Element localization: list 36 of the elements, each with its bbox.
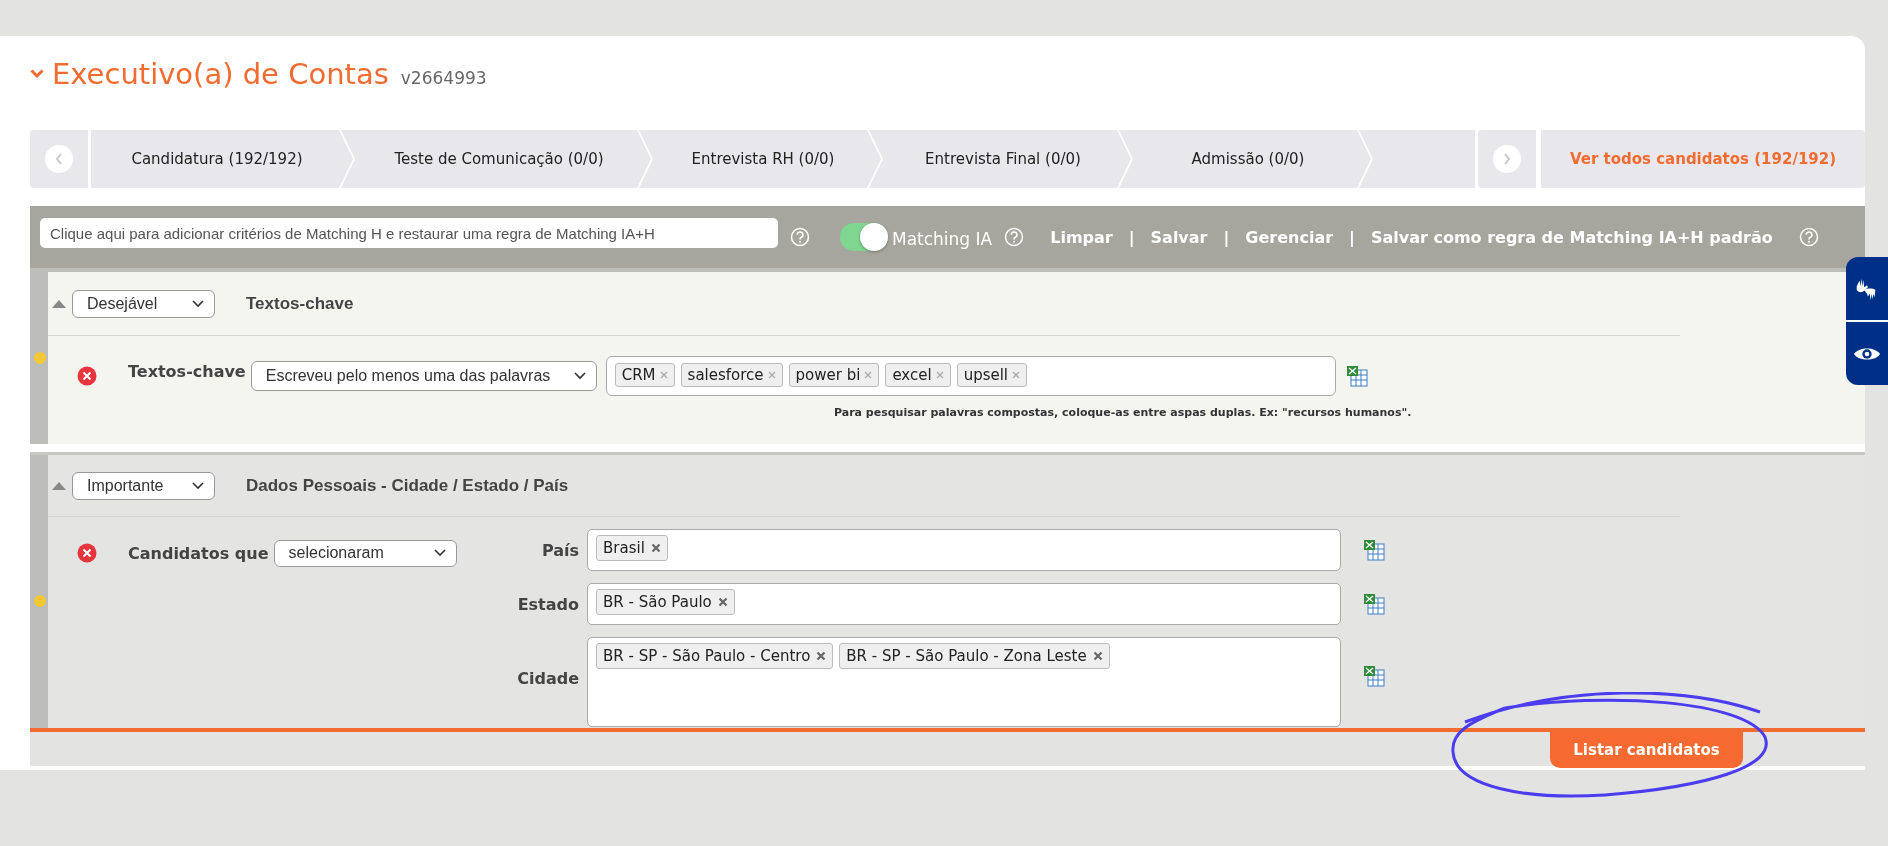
tags-field[interactable]: Brasil <box>587 529 1341 571</box>
pipeline-stage[interactable]: Teste de Comunicação (0/0) <box>341 130 651 188</box>
tag: BR - SP - São Paulo - Centro <box>596 643 834 669</box>
field-label: País <box>540 540 580 560</box>
tag: CRM <box>614 363 675 387</box>
tag: Brasil <box>596 535 668 561</box>
pipeline-stage[interactable]: Admissão (0/0) <box>1119 130 1371 188</box>
tag: power bi <box>788 363 880 387</box>
section-title: Textos-chave <box>246 293 354 314</box>
tag: BR - São Paulo <box>596 589 735 615</box>
tags-field[interactable]: BR - São Paulo <box>587 583 1341 625</box>
tag: salesforce <box>680 363 783 387</box>
tag: BR - SP - São Paulo - Zona Leste <box>839 643 1110 669</box>
mode-select[interactable]: Escreveu pelo menos uma das palavras <box>250 361 597 391</box>
job-version: v2664993 <box>400 68 487 88</box>
section-title: Dados Pessoais - Cidade / Estado / País <box>246 475 569 496</box>
priority-select[interactable]: Desejável <box>72 289 215 318</box>
hint-text: Para pesquisar palavras compostas, coloque-as entre aspas duplas. Ex: "recursos humanos". <box>834 406 1413 419</box>
field-label: Cidade <box>516 669 580 688</box>
toggle-label: Matching IA <box>892 229 993 249</box>
criteria-search-field[interactable]: Clique aqui para adicionar critérios de Matching H e restaurar uma regra de Matching IA+H <box>40 218 778 248</box>
tag: excel <box>885 363 951 387</box>
separator: | <box>1128 227 1135 247</box>
priority-select[interactable]: Importante <box>72 471 215 500</box>
pipeline-stage[interactable]: Candidatura (192/192) <box>91 130 353 188</box>
separator: | <box>1349 227 1355 247</box>
tag: upsell <box>956 363 1028 387</box>
mode-select[interactable]: selecionaram <box>273 539 457 567</box>
field-label: Estado <box>516 594 580 614</box>
criteria-label: Textos-chave <box>128 362 246 381</box>
tags-field[interactable]: BR - SP - São Paulo - Centro BR - SP - São Paulo - Zona Leste <box>587 637 1341 727</box>
pipeline-stage[interactable]: Entrevista RH (0/0) <box>639 130 881 188</box>
criteria-label: Candidatos que <box>128 543 269 563</box>
pipeline-stage[interactable]: Entrevista Final (0/0) <box>869 130 1131 188</box>
job-title: Executivo(a) de Contas <box>52 57 389 91</box>
separator: | <box>1223 227 1230 247</box>
